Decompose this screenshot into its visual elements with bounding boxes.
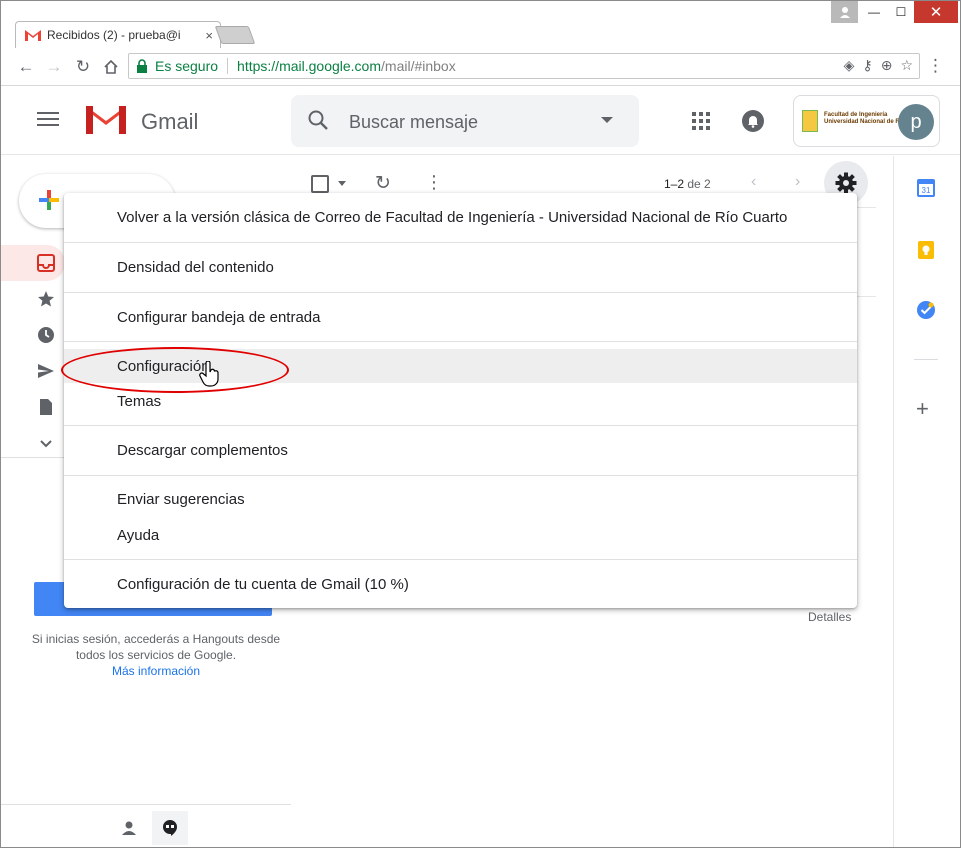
calendar-icon[interactable]: 31 [916, 178, 936, 198]
search-icon[interactable] [307, 109, 329, 131]
main-menu-icon[interactable] [37, 112, 59, 130]
menu-item-send-feedback[interactable]: Enviar sugerencias [64, 482, 857, 516]
menu-item-account-storage[interactable]: Configuración de tu cuenta de Gmail (10 … [64, 560, 857, 608]
key-icon[interactable]: ⚷ [862, 57, 872, 74]
menu-item-settings[interactable]: Configuración [64, 349, 857, 383]
lock-icon [137, 59, 147, 73]
menu-item-get-addons[interactable]: Descargar complementos [64, 426, 857, 475]
settings-dropdown-menu: Volver a la versión clásica de Correo de… [64, 193, 857, 608]
tasks-check-icon[interactable] [916, 300, 936, 320]
menu-divider [64, 341, 857, 342]
browser-window: Recibidos (2) - prueba@i × — ☐ ✕ ← → ↻ E… [0, 0, 961, 848]
notifications-bell-icon[interactable] [741, 109, 765, 133]
reload-icon[interactable]: ↻ [72, 56, 94, 78]
svg-text:31: 31 [922, 186, 931, 195]
maximize-button[interactable]: ☐ [888, 1, 914, 23]
search-options-caret-icon[interactable] [601, 117, 613, 123]
menu-divider [64, 475, 857, 476]
home-icon[interactable] [100, 56, 122, 78]
url-host: https://mail.google.com [237, 58, 382, 74]
refresh-icon[interactable]: ↻ [375, 172, 391, 195]
gmail-favicon-icon [25, 30, 41, 41]
tab-close-icon[interactable]: × [205, 28, 213, 43]
side-panel-divider [914, 359, 938, 360]
keep-lightbulb-icon[interactable] [916, 240, 936, 260]
address-bar[interactable]: Es seguro https://mail.google.com /mail/… [128, 53, 920, 79]
bookmark-star-icon[interactable]: ☆ [900, 57, 913, 74]
hand-pointer-cursor-icon [199, 361, 219, 387]
gmail-logo-icon[interactable] [85, 104, 127, 136]
pagination-label: 1–2 de 2 [664, 177, 711, 191]
send-icon [38, 364, 54, 378]
menu-item-help[interactable]: Ayuda [64, 518, 857, 552]
clock-icon [38, 327, 54, 343]
add-addon-plus-icon[interactable]: + [916, 396, 929, 422]
search-input[interactable]: Buscar mensaje [349, 112, 478, 133]
draft-document-icon [40, 399, 52, 415]
menu-item-display-density[interactable]: Densidad del contenido [64, 243, 857, 292]
sidebar-item-inbox[interactable] [1, 245, 65, 281]
tab-title: Recibidos (2) - prueba@i [47, 28, 181, 42]
menu-item-configure-inbox[interactable]: Configurar bandeja de entrada [64, 293, 857, 341]
hangouts-message: Si inicias sesión, accederás a Hangouts … [21, 631, 291, 679]
forward-arrow-icon[interactable]: → [43, 56, 65, 78]
organization-logo-icon [802, 110, 818, 132]
menu-item-classic-version[interactable]: Volver a la versión clásica de Correo de… [64, 193, 857, 242]
gmail-header: Gmail Buscar mensaje Facultad de Ingenie… [1, 87, 960, 155]
profile-icon[interactable] [831, 1, 858, 23]
side-panel: 31 + [893, 156, 960, 847]
details-link[interactable]: Detalles [808, 610, 851, 624]
compose-plus-icon [39, 190, 59, 210]
more-info-link[interactable]: Más información [21, 663, 291, 679]
more-options-icon[interactable]: ⋮ [425, 172, 443, 193]
hangouts-divider [1, 804, 291, 805]
account-switcher[interactable]: Facultad de Ingeniería Universidad Nacio… [793, 95, 940, 147]
menu-item-themes[interactable]: Temas [64, 384, 857, 418]
zoom-icon[interactable]: ⊕ [881, 57, 893, 74]
avatar[interactable]: p [898, 104, 934, 140]
title-bar: Recibidos (2) - prueba@i × — ☐ ✕ [1, 1, 960, 49]
hangouts-chat-icon[interactable] [152, 811, 188, 845]
omnibox-icons: ◈ ⚷ ⊕ ☆ [844, 57, 913, 74]
contacts-person-icon[interactable] [111, 811, 147, 845]
select-all-checkbox[interactable] [311, 175, 329, 193]
inbox-icon [37, 254, 55, 272]
browser-tab-content[interactable]: Recibidos (2) - prueba@i × [25, 23, 213, 47]
omnibox-separator [227, 58, 229, 74]
chevron-left-icon[interactable]: ‹ [751, 173, 756, 191]
google-apps-icon[interactable] [692, 112, 710, 130]
browser-toolbar: ← → ↻ Es seguro https://mail.google.com … [1, 48, 960, 86]
new-tab-button[interactable] [214, 26, 256, 44]
chevron-right-icon[interactable]: › [795, 173, 800, 191]
close-window-button[interactable]: ✕ [914, 1, 958, 23]
search-box[interactable]: Buscar mensaje [291, 95, 639, 147]
url-path: /mail/#inbox [381, 58, 456, 74]
secure-label: Es seguro [155, 58, 219, 74]
star-icon [38, 291, 54, 307]
chevron-down-icon [40, 440, 52, 448]
minimize-button[interactable]: — [860, 1, 888, 23]
extension-icon[interactable]: ◈ [844, 57, 855, 74]
select-options-caret-icon[interactable] [338, 181, 346, 186]
chrome-menu-icon[interactable]: ⋮ [927, 56, 944, 76]
back-arrow-icon[interactable]: ← [15, 56, 37, 78]
gmail-product-name: Gmail [141, 109, 199, 134]
